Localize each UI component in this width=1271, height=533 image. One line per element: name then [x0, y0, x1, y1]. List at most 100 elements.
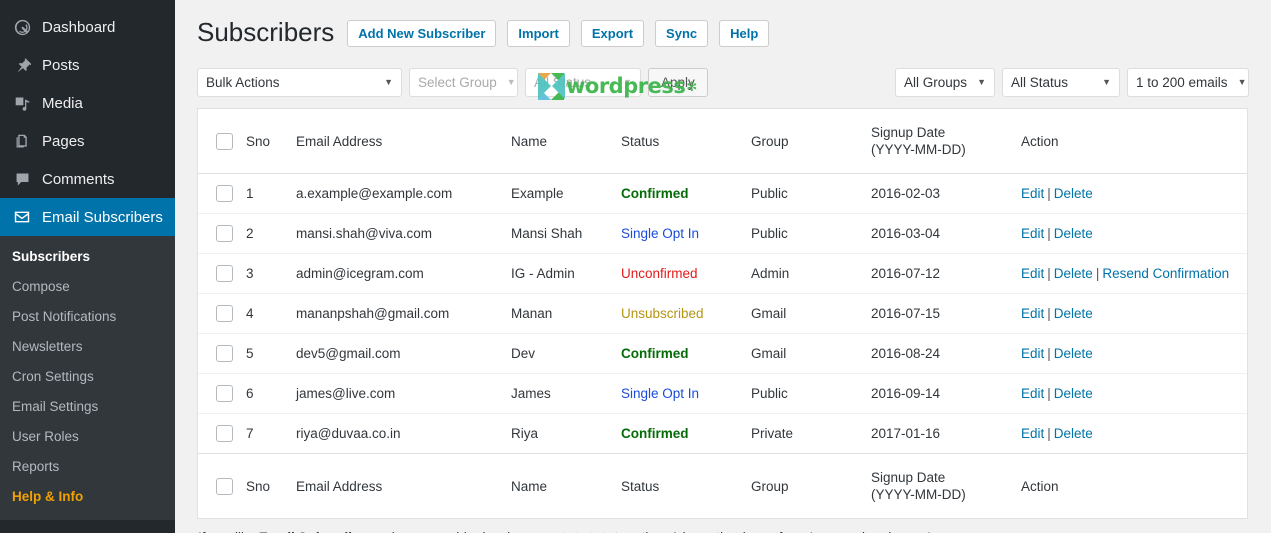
delete-link[interactable]: Delete [1054, 346, 1093, 361]
delete-link[interactable]: Delete [1054, 386, 1093, 401]
row-actions: Edit | Delete [1021, 174, 1247, 214]
select-all-checkbox-footer[interactable] [216, 477, 233, 495]
page-title: Subscribers [197, 17, 335, 48]
row-checkbox[interactable] [216, 265, 233, 282]
chevron-down-icon: ▼ [384, 77, 393, 87]
import-button[interactable]: Import [507, 19, 570, 47]
sidebar-item-email-subscribers[interactable]: Email Subscribers [0, 198, 175, 236]
row-select-cell [198, 294, 246, 334]
edit-link[interactable]: Edit [1021, 306, 1044, 321]
row-status: Confirmed [621, 186, 689, 201]
row-email: admin@icegram.com [296, 266, 424, 281]
bulk-actions-value: Bulk Actions [206, 74, 280, 90]
chevron-down-icon: ▼ [506, 77, 516, 87]
row-sno: 6 [246, 386, 254, 401]
row-group: Public [751, 186, 788, 201]
all-groups-filter[interactable]: All Groups ▼ [895, 67, 995, 97]
row-select-cell [198, 214, 246, 254]
footer-name: Name [511, 478, 548, 494]
row-status: Unconfirmed [621, 266, 698, 281]
resend-confirmation-link[interactable]: Resend Confirmation [1102, 266, 1229, 281]
action-separator: | [1047, 306, 1051, 321]
row-sno: 1 [246, 186, 254, 201]
row-email: mananpshah@gmail.com [296, 306, 450, 321]
submenu-item-post-notifications[interactable]: Post Notifications [0, 302, 175, 332]
delete-link[interactable]: Delete [1054, 306, 1093, 321]
row-group: Public [751, 226, 788, 241]
edit-link[interactable]: Edit [1021, 346, 1044, 361]
emails-range-filter[interactable]: 1 to 200 emails ▼ [1127, 67, 1249, 97]
sidebar-item-label: Pages [42, 132, 85, 150]
envelope-icon [11, 207, 33, 227]
submenu-item-email-settings[interactable]: Email Settings [0, 392, 175, 422]
chevron-down-icon: ▼ [977, 77, 986, 87]
delete-link[interactable]: Delete [1054, 426, 1093, 441]
sidebar-item-dashboard[interactable]: Dashboard [0, 8, 175, 46]
delete-link[interactable]: Delete [1054, 266, 1093, 281]
row-signup-date: 2016-03-04 [871, 226, 941, 241]
edit-link[interactable]: Edit [1021, 186, 1044, 201]
submenu-item-subscribers[interactable]: Subscribers [0, 242, 175, 272]
row-email: dev5@gmail.com [296, 346, 401, 361]
sidebar-item-media[interactable]: Media [0, 84, 175, 122]
add-new-subscriber-button[interactable]: Add New Subscriber [347, 19, 497, 47]
row-actions: Edit | Delete [1021, 214, 1247, 254]
toolbar-left-group: Bulk Actions ▼ Select Group ▼ All Status… [197, 67, 708, 97]
delete-link[interactable]: Delete [1054, 226, 1093, 241]
row-name: IG - Admin [511, 266, 575, 281]
row-sno: 5 [246, 346, 254, 361]
admin-sidebar: Dashboard Posts Media Pages Comments Ema… [0, 0, 175, 533]
chevron-down-icon: ▼ [623, 77, 632, 87]
row-checkbox[interactable] [216, 345, 233, 362]
footer-sno: Sno [246, 478, 271, 494]
all-status-filter[interactable]: All Status ▼ [1002, 67, 1120, 97]
delete-link[interactable]: Delete [1054, 186, 1093, 201]
submenu-item-compose[interactable]: Compose [0, 272, 175, 302]
edit-link[interactable]: Edit [1021, 266, 1044, 281]
row-signup-date: 2016-08-24 [871, 346, 941, 361]
row-select-cell [198, 374, 246, 414]
header-status: Status [621, 133, 660, 149]
row-actions: Edit | Delete [1021, 374, 1247, 414]
row-select-cell [198, 174, 246, 214]
bulk-actions-select[interactable]: Bulk Actions ▼ [197, 67, 402, 97]
sidebar-item-posts[interactable]: Posts [0, 46, 175, 84]
row-select-cell [198, 254, 246, 294]
row-actions: Edit | Delete [1021, 294, 1247, 334]
row-checkbox[interactable] [216, 225, 233, 242]
submenu-item-reports[interactable]: Reports [0, 452, 175, 482]
row-checkbox[interactable] [216, 185, 233, 202]
row-status: Single Opt In [621, 226, 700, 241]
pages-icon [11, 131, 33, 151]
row-name: James [511, 386, 551, 401]
subscribers-table-container: Sno Email Address Name Status Group Sign… [197, 108, 1248, 519]
dashboard-icon [11, 17, 33, 37]
edit-link[interactable]: Edit [1021, 386, 1044, 401]
sync-button[interactable]: Sync [655, 19, 709, 47]
apply-button[interactable]: Apply [648, 67, 708, 97]
submenu-item-user-roles[interactable]: User Roles [0, 422, 175, 452]
row-checkbox[interactable] [216, 305, 233, 322]
sidebar-item-pages[interactable]: Pages [0, 122, 175, 160]
export-button[interactable]: Export [580, 19, 645, 47]
bulk-status-select[interactable]: All Status ▼ [525, 67, 641, 97]
signup-date-line1: Signup Date [871, 125, 946, 140]
edit-link[interactable]: Edit [1021, 226, 1044, 241]
sidebar-item-comments[interactable]: Comments [0, 160, 175, 198]
edit-link[interactable]: Edit [1021, 426, 1044, 441]
row-checkbox[interactable] [216, 385, 233, 402]
table-body: 1 a.example@example.com Example Confirmed Pu… [198, 174, 1247, 454]
row-group: Gmail [751, 306, 787, 321]
table-row: 3 admin@icegram.com IG - Admin Unconfirmed A… [198, 254, 1247, 294]
row-name: Mansi Shah [511, 226, 583, 241]
submenu-item-newsletters[interactable]: Newsletters [0, 332, 175, 362]
submenu-item-cron-settings[interactable]: Cron Settings [0, 362, 175, 392]
footer-signup-date: Signup Date (YYYY-MM-DD) [871, 454, 1021, 519]
submenu-item-help-info[interactable]: Help & Info [0, 482, 175, 512]
help-button[interactable]: Help [719, 19, 770, 47]
row-status: Confirmed [621, 426, 689, 441]
select-group-select[interactable]: Select Group ▼ [409, 67, 518, 97]
row-name: Manan [511, 306, 553, 321]
select-all-checkbox[interactable] [216, 132, 233, 150]
row-checkbox[interactable] [216, 425, 233, 442]
